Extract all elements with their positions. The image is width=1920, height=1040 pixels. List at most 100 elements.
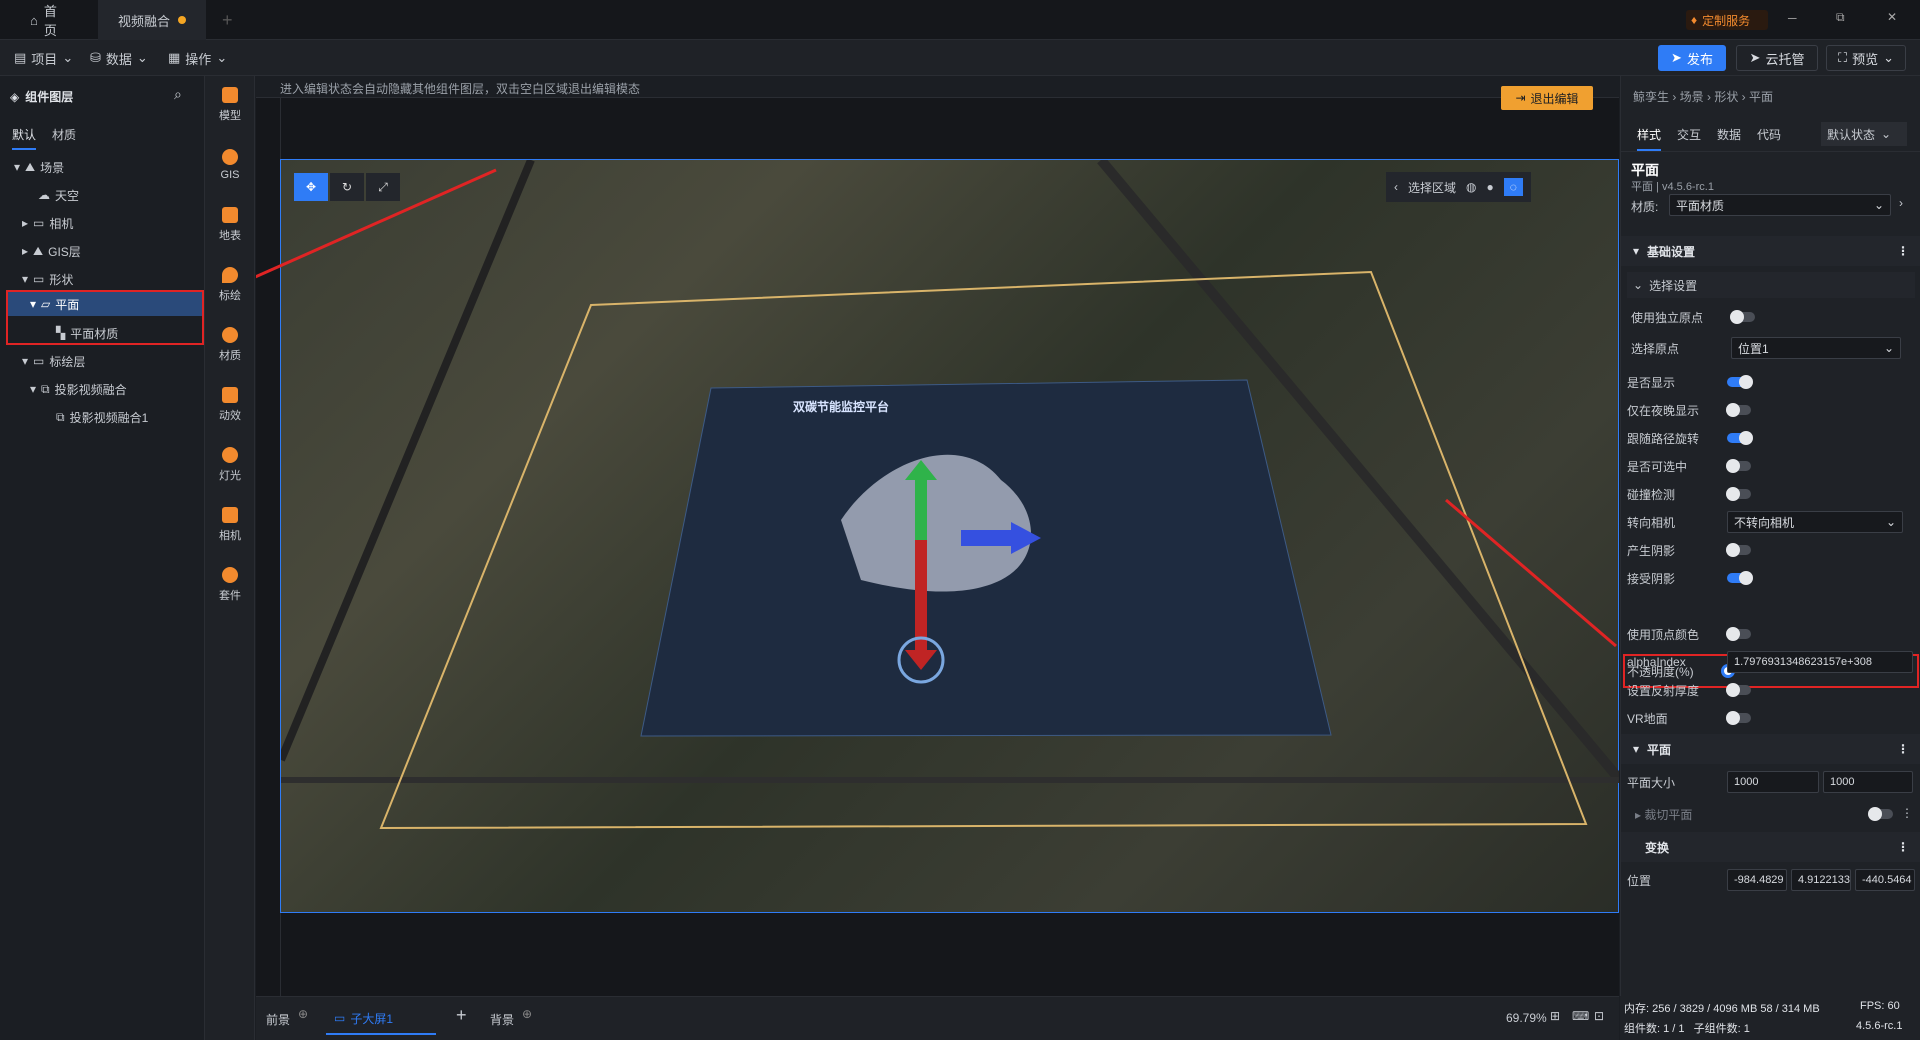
- more-icon[interactable]: ⋮: [1901, 806, 1913, 820]
- more-icon[interactable]: ⋮: [1897, 244, 1909, 258]
- more-icon[interactable]: ⋮: [1897, 840, 1909, 854]
- tree-item-gis[interactable]: ▸ ⛰ GIS层: [22, 238, 81, 264]
- tool-plot[interactable]: 标绘: [205, 256, 255, 314]
- add-tab-button[interactable]: +: [222, 10, 233, 31]
- chevron-right-icon[interactable]: ›: [1899, 196, 1903, 210]
- menu-operate[interactable]: ▦ 操作 ⌄: [168, 40, 227, 76]
- menu-data[interactable]: ⛁ 数据 ⌄: [90, 40, 148, 76]
- toggle-vertex-color[interactable]: [1726, 627, 1751, 641]
- toggle-selectable[interactable]: [1726, 459, 1751, 473]
- toggle-collision[interactable]: [1726, 487, 1751, 501]
- toggle-clip-plane[interactable]: [1868, 807, 1893, 821]
- position-z-input[interactable]: -440.5464: [1855, 869, 1915, 891]
- add-foreground-icon[interactable]: ⊕: [298, 1007, 308, 1021]
- material-select[interactable]: 平面材质 ⌄: [1669, 194, 1891, 216]
- toggle-knob: [1868, 807, 1882, 821]
- sky-icon: ☁: [38, 188, 50, 202]
- folder-icon: ▭: [33, 272, 45, 286]
- menu-project[interactable]: ▤ 项目 ⌄: [14, 40, 73, 76]
- toggle-use-own-origin[interactable]: [1730, 310, 1755, 324]
- tree-item-shape[interactable]: ▾ ▭ 形状: [22, 266, 73, 292]
- publish-label: 发布: [1686, 51, 1713, 67]
- tool-kit[interactable]: 套件: [205, 556, 255, 614]
- toggle-follow-path[interactable]: [1727, 431, 1753, 445]
- tool-camera[interactable]: 相机: [205, 496, 255, 554]
- tool-label: 套件: [219, 590, 241, 602]
- tab-data[interactable]: 数据: [1717, 126, 1741, 143]
- tab-video-fusion[interactable]: 视频融合: [98, 0, 206, 40]
- zoom-level[interactable]: 69.79%: [1506, 1011, 1547, 1025]
- state-select[interactable]: 默认状态 ⌄: [1821, 122, 1907, 146]
- select-origin-dropdown[interactable]: 位置1 ⌄: [1731, 337, 1901, 359]
- tab-interaction[interactable]: 交互: [1677, 126, 1701, 143]
- more-icon[interactable]: ⋮: [1897, 742, 1909, 756]
- tool-label: 相机: [219, 530, 241, 542]
- custom-service-button[interactable]: ♦ 定制服务: [1686, 10, 1768, 30]
- toggle-cast-shadow[interactable]: [1726, 543, 1751, 557]
- section-plane-label: 平面: [1647, 742, 1672, 757]
- add-screen-icon[interactable]: +: [456, 1005, 467, 1026]
- foreground-tab[interactable]: 前景: [266, 1011, 290, 1028]
- bottom-bar: 前景 ⊕ ▭ 子大屏1 + 背景 ⊕ 69.79% ⊞ ⌨ ⊡: [256, 996, 1619, 1040]
- material-label: 材质:: [1631, 200, 1659, 214]
- toggle-knob: [1730, 310, 1744, 324]
- tab-default[interactable]: 默认: [12, 126, 37, 150]
- tool-gis[interactable]: GIS: [205, 136, 255, 194]
- tool-light[interactable]: 灯光: [205, 436, 255, 494]
- sub-screen-tab[interactable]: ▭ 子大屏1: [326, 1003, 436, 1035]
- tab-style[interactable]: 样式: [1637, 126, 1662, 151]
- tool-material[interactable]: 材质: [205, 316, 255, 374]
- section-plane[interactable]: ▾ 平面 ⋮: [1621, 734, 1920, 764]
- minimize-button[interactable]: ─: [1788, 11, 1797, 25]
- plane-width-input[interactable]: 1000: [1727, 771, 1819, 793]
- plane-height-input[interactable]: 1000: [1823, 771, 1913, 793]
- caret-down-icon: ▾: [22, 354, 29, 368]
- restore-button[interactable]: ⧉: [1836, 10, 1845, 25]
- tree-item-sky[interactable]: ☁ 天空: [38, 182, 79, 208]
- canvas-area[interactable]: 进入编辑状态会自动隐藏其他组件图层，双击空白区域退出编辑模态 ⇥ 退出编辑 双碳节…: [256, 76, 1619, 996]
- tree-item-plot-layer[interactable]: ▾ ▭ 标绘层: [22, 348, 85, 374]
- caret-down-icon: ▾: [14, 160, 21, 174]
- toggle-night-only[interactable]: [1726, 403, 1751, 417]
- toggle-knob: [1726, 627, 1740, 641]
- row-collision: 碰撞检测: [1621, 480, 1920, 508]
- section-basic[interactable]: ▾ 基础设置 ⋮: [1621, 236, 1920, 266]
- background-tab[interactable]: 背景: [490, 1011, 514, 1028]
- tree-item-projection-video-1[interactable]: ⧉ 投影视频融合1: [56, 404, 148, 430]
- toggle-vr-ground[interactable]: [1726, 711, 1751, 725]
- row-vr-ground: VR地面: [1621, 704, 1920, 732]
- toggle-visible[interactable]: [1727, 375, 1753, 389]
- fit-icon[interactable]: ⊞: [1550, 1009, 1560, 1023]
- tool-effect[interactable]: 动效: [205, 376, 255, 434]
- toggle-reflect-thickness[interactable]: [1726, 683, 1751, 697]
- add-background-icon[interactable]: ⊕: [522, 1007, 532, 1021]
- section-transform[interactable]: 变换 ⋮: [1621, 832, 1920, 862]
- position-y-input[interactable]: 4.9122133: [1791, 869, 1851, 891]
- preview-button[interactable]: ⛶ 预览 ⌄: [1826, 45, 1906, 71]
- tab-code[interactable]: 代码: [1757, 126, 1781, 143]
- search-icon[interactable]: ⌕: [174, 86, 182, 103]
- select-settings-group[interactable]: ⌄ 选择设置: [1627, 272, 1915, 298]
- tree-item-projection-video[interactable]: ▾ ⧉ 投影视频融合: [30, 376, 127, 402]
- tool-strip: 模型 GIS 地表 标绘 材质 动效 灯光 相机 套件: [205, 76, 255, 1040]
- section-basic-label: 基础设置: [1647, 244, 1696, 259]
- face-camera-select[interactable]: 不转向相机 ⌄: [1727, 511, 1903, 533]
- tool-surface[interactable]: 地表: [205, 196, 255, 254]
- sub-screen-label: 子大屏1: [350, 1011, 394, 1026]
- cloud-host-button[interactable]: ➤ 云托管: [1736, 45, 1818, 71]
- tree-item-camera[interactable]: ▸ ▭ 相机: [22, 210, 73, 236]
- layer-panel-title: ◈ 组件图层: [10, 88, 73, 105]
- terminal-icon[interactable]: ⊡: [1594, 1009, 1604, 1023]
- tab-home[interactable]: ⌂ 首页: [10, 0, 86, 40]
- row-position: 位置 -984.4829 4.9122133 -440.5464: [1621, 866, 1920, 894]
- scene-icon: ⛰: [25, 159, 36, 174]
- tool-model[interactable]: 模型: [205, 76, 255, 134]
- tree-item-scene[interactable]: ▾ ⛰ 场景: [14, 154, 64, 180]
- close-button[interactable]: ✕: [1887, 10, 1897, 24]
- keyboard-icon[interactable]: ⌨: [1572, 1009, 1589, 1023]
- position-x-input[interactable]: -984.4829: [1727, 869, 1787, 891]
- alpha-index-input[interactable]: 1.7976931348623157e+308: [1727, 651, 1913, 673]
- publish-button[interactable]: ➤ 发布: [1658, 45, 1726, 71]
- tab-material[interactable]: 材质: [52, 126, 76, 143]
- toggle-receive-shadow[interactable]: [1727, 571, 1753, 585]
